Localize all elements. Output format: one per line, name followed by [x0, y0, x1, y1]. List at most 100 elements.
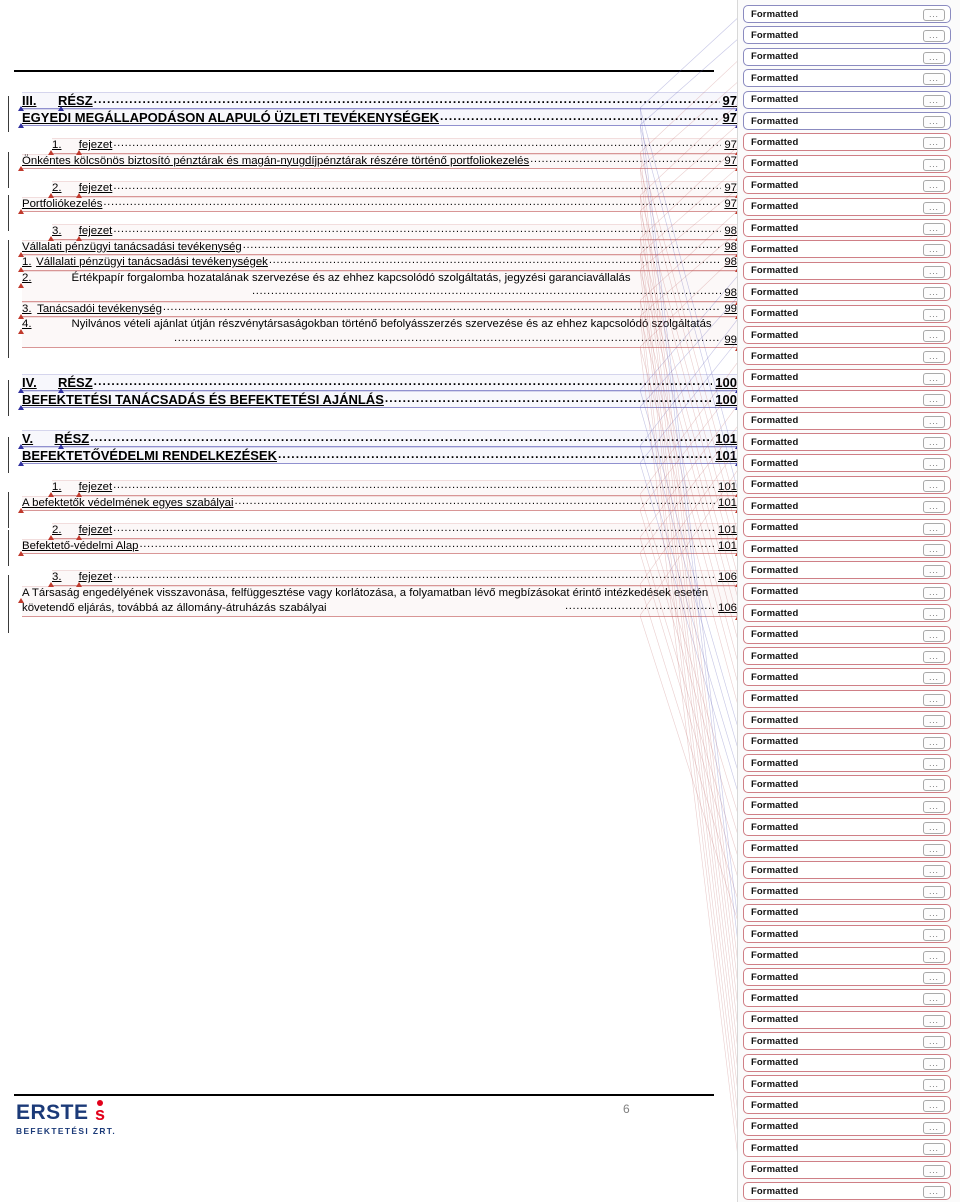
balloon-more-button[interactable]: ...: [923, 351, 945, 364]
balloon-more-button[interactable]: ...: [923, 565, 945, 578]
formatted-balloon[interactable]: Formatted...: [743, 689, 951, 708]
formatted-balloon[interactable]: Formatted...: [743, 1032, 951, 1051]
formatted-balloon[interactable]: Formatted...: [743, 154, 951, 173]
balloon-more-button[interactable]: ...: [923, 972, 945, 984]
balloon-more-button[interactable]: ...: [923, 715, 945, 728]
formatted-balloon[interactable]: Formatted...: [743, 261, 951, 280]
balloon-more-button[interactable]: ...: [923, 843, 945, 856]
balloon-more-button[interactable]: ...: [923, 865, 945, 877]
balloon-more-button[interactable]: ...: [923, 94, 945, 107]
toc-entry[interactable]: EGYEDI MEGÁLLAPODÁSON ALAPULÓ ÜZLETI TEV…: [18, 109, 737, 128]
formatted-balloon[interactable]: Formatted...: [743, 411, 951, 430]
formatted-balloon[interactable]: Formatted...: [743, 112, 951, 130]
formatted-balloon[interactable]: Formatted...: [743, 1096, 951, 1115]
balloon-more-button[interactable]: ...: [923, 330, 945, 342]
balloon-more-button[interactable]: ...: [923, 929, 945, 942]
formatted-balloon[interactable]: Formatted...: [743, 197, 951, 216]
toc-entry[interactable]: 4. Nyilvános vételi ajánlat útján részvé…: [18, 317, 737, 351]
formatted-balloon[interactable]: Formatted...: [743, 668, 951, 687]
balloon-more-button[interactable]: ...: [923, 993, 945, 1006]
balloon-more-button[interactable]: ...: [923, 886, 945, 899]
formatted-balloon[interactable]: Formatted...: [743, 540, 951, 558]
balloon-more-button[interactable]: ...: [923, 137, 945, 150]
balloon-more-button[interactable]: ...: [923, 1121, 945, 1134]
formatted-balloon[interactable]: Formatted...: [743, 497, 951, 516]
toc-entry[interactable]: BEFEKTETŐVÉDELMI RENDELKEZÉSEK 101: [18, 447, 737, 466]
formatted-balloon[interactable]: Formatted...: [743, 1075, 951, 1093]
formatted-balloon[interactable]: Formatted...: [743, 47, 951, 66]
formatted-balloon[interactable]: Formatted...: [743, 390, 951, 409]
formatted-balloon[interactable]: Formatted...: [743, 26, 951, 45]
balloon-more-button[interactable]: ...: [923, 629, 945, 642]
formatted-balloon[interactable]: Formatted...: [743, 1160, 951, 1179]
formatted-balloon[interactable]: Formatted...: [743, 561, 951, 580]
formatted-balloon[interactable]: Formatted...: [743, 647, 951, 665]
balloon-more-button[interactable]: ...: [923, 265, 945, 278]
toc-entry[interactable]: BEFEKTETÉSI TANÁCSADÁS ÉS BEFEKTETÉSI AJ…: [18, 391, 737, 410]
balloon-more-button[interactable]: ...: [923, 672, 945, 685]
balloon-more-button[interactable]: ...: [923, 907, 945, 920]
balloon-more-button[interactable]: ...: [923, 544, 945, 556]
formatted-balloon[interactable]: Formatted...: [743, 304, 951, 323]
formatted-balloon[interactable]: Formatted...: [743, 240, 951, 259]
balloon-more-button[interactable]: ...: [923, 1186, 945, 1198]
formatted-balloon[interactable]: Formatted...: [743, 475, 951, 494]
formatted-balloon[interactable]: Formatted...: [743, 69, 951, 88]
balloon-more-button[interactable]: ...: [923, 458, 945, 471]
balloon-more-button[interactable]: ...: [923, 1079, 945, 1091]
markup-balloon-pane[interactable]: Formatted... Formatted... Formatted... Form…: [737, 0, 960, 1202]
formatted-balloon[interactable]: Formatted...: [743, 219, 951, 237]
balloon-more-button[interactable]: ...: [923, 394, 945, 407]
formatted-balloon[interactable]: Formatted...: [743, 732, 951, 751]
formatted-balloon[interactable]: Formatted...: [743, 326, 951, 344]
balloon-more-button[interactable]: ...: [923, 1100, 945, 1113]
formatted-balloon[interactable]: Formatted...: [743, 754, 951, 772]
formatted-balloon[interactable]: Formatted...: [743, 90, 951, 109]
toc-entry[interactable]: 2. Értékpapír forgalomba hozatalának sze…: [18, 270, 737, 305]
balloon-more-button[interactable]: ...: [923, 736, 945, 749]
formatted-balloon[interactable]: Formatted...: [743, 433, 951, 451]
toc-entry[interactable]: A Társaság engedélyének visszavonása, fe…: [18, 585, 737, 620]
balloon-more-button[interactable]: ...: [923, 1057, 945, 1070]
formatted-balloon[interactable]: Formatted...: [743, 839, 951, 858]
balloon-more-button[interactable]: ...: [923, 73, 945, 86]
formatted-balloon[interactable]: Formatted...: [743, 133, 951, 152]
formatted-balloon[interactable]: Formatted...: [743, 454, 951, 473]
balloon-more-button[interactable]: ...: [923, 437, 945, 449]
balloon-more-button[interactable]: ...: [923, 651, 945, 663]
balloon-more-button[interactable]: ...: [923, 372, 945, 385]
balloon-more-button[interactable]: ...: [923, 180, 945, 193]
balloon-more-button[interactable]: ...: [923, 201, 945, 214]
toc-entry[interactable]: Portfoliókezelés 97: [18, 196, 737, 214]
toc-entry[interactable]: A befektetők védelmének egyes szabályai …: [18, 495, 737, 513]
balloon-more-button[interactable]: ...: [923, 223, 945, 235]
formatted-balloon[interactable]: Formatted...: [743, 5, 951, 23]
balloon-more-button[interactable]: ...: [923, 9, 945, 21]
formatted-balloon[interactable]: Formatted...: [743, 861, 951, 879]
balloon-more-button[interactable]: ...: [923, 522, 945, 535]
formatted-balloon[interactable]: Formatted...: [743, 882, 951, 901]
formatted-balloon[interactable]: Formatted...: [743, 711, 951, 730]
formatted-balloon[interactable]: Formatted...: [743, 946, 951, 965]
balloon-more-button[interactable]: ...: [923, 158, 945, 171]
toc-entry[interactable]: 1. Vállalati pénzügyi tanácsadási tevéke…: [18, 255, 737, 272]
formatted-balloon[interactable]: Formatted...: [743, 604, 951, 623]
formatted-balloon[interactable]: Formatted...: [743, 1010, 951, 1029]
balloon-more-button[interactable]: ...: [923, 1143, 945, 1156]
toc-entry[interactable]: 3. Tanácsadói tevékenység 99: [18, 301, 737, 319]
balloon-more-button[interactable]: ...: [923, 287, 945, 300]
balloon-more-button[interactable]: ...: [923, 758, 945, 770]
balloon-more-button[interactable]: ...: [923, 608, 945, 621]
toc-entry[interactable]: Önkéntes kölcsönös biztosító pénztárak é…: [18, 153, 737, 171]
balloon-more-button[interactable]: ...: [923, 415, 945, 428]
toc-entry[interactable]: Befektető-védelmi Alap 101: [18, 538, 737, 556]
formatted-balloon[interactable]: Formatted...: [743, 368, 951, 387]
balloon-more-button[interactable]: ...: [923, 479, 945, 492]
formatted-balloon[interactable]: Formatted...: [743, 796, 951, 815]
toc-entry[interactable]: 3. fejezet 106: [48, 570, 737, 587]
balloon-more-button[interactable]: ...: [923, 822, 945, 835]
formatted-balloon[interactable]: Formatted...: [743, 818, 951, 837]
balloon-more-button[interactable]: ...: [923, 1036, 945, 1049]
balloon-more-button[interactable]: ...: [923, 586, 945, 599]
balloon-more-button[interactable]: ...: [923, 51, 945, 64]
